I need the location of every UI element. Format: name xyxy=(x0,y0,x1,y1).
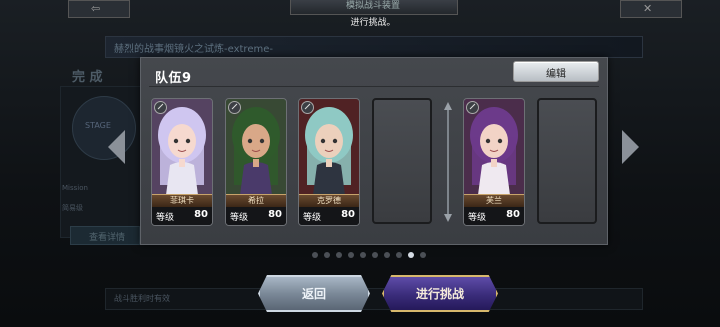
character-name: 希拉 xyxy=(248,196,264,205)
close-button[interactable]: ✕ xyxy=(620,0,682,18)
level-row: 等级 80 xyxy=(464,207,524,225)
screen-subtitle: 进行挑战。 xyxy=(350,18,396,28)
character-name-plate: 菲琪卡 xyxy=(152,194,212,207)
next-team-arrow[interactable] xyxy=(622,130,639,164)
sword-icon xyxy=(466,101,479,114)
back-button-label: 返回 xyxy=(301,287,326,301)
level-row: 等级 80 xyxy=(299,207,359,225)
sword-icon xyxy=(154,101,167,114)
back-button[interactable]: 返回 xyxy=(258,275,370,312)
prev-team-arrow[interactable] xyxy=(108,130,125,164)
stage-emblem: STAGE xyxy=(72,96,136,160)
level-label: 等级 xyxy=(468,213,487,223)
detail-button-label: 查看详情 xyxy=(89,233,126,243)
page-dot[interactable] xyxy=(360,252,366,258)
detail-button[interactable]: 查看详情 xyxy=(70,226,140,245)
level-value: 80 xyxy=(506,209,520,220)
mission-value: 简易级 xyxy=(62,204,83,212)
stage-label: STAGE xyxy=(85,121,111,130)
close-icon: ✕ xyxy=(643,2,653,15)
level-label: 等级 xyxy=(230,213,249,223)
screen-title: 模拟战斗装置 xyxy=(345,1,400,11)
level-label: 等级 xyxy=(156,213,175,223)
left-arrow-icon: ⇦ xyxy=(91,2,101,15)
mission-label: Mission xyxy=(62,184,88,192)
page-dot[interactable] xyxy=(324,252,330,258)
page-dot[interactable] xyxy=(336,252,342,258)
bottom-info-text: 战斗胜利时有效 xyxy=(114,294,170,303)
stage-banner-label: 赫烈的战事烟镜火之试炼-extreme- xyxy=(114,44,273,55)
character-name: 菲琪卡 xyxy=(170,196,194,205)
sword-icon xyxy=(301,101,314,114)
edit-button[interactable]: 编辑 xyxy=(513,61,599,82)
level-label: 等级 xyxy=(303,213,322,223)
swap-arrows-icon[interactable] xyxy=(444,102,452,222)
team-modal: 队伍9 编辑 菲琪卡 等级 80 希拉 等级 80 克罗德 等级 80 芙兰 等级 80 xyxy=(140,57,608,245)
empty-slot[interactable] xyxy=(537,98,597,224)
level-row: 等级 80 xyxy=(226,207,286,225)
character-name-plate: 芙兰 xyxy=(464,194,524,207)
empty-slot[interactable] xyxy=(372,98,432,224)
character-name: 芙兰 xyxy=(486,196,502,205)
level-row: 等级 80 xyxy=(152,207,212,225)
character-name-plate: 希拉 xyxy=(226,194,286,207)
character-card[interactable]: 菲琪卡等级 80 xyxy=(151,98,213,226)
edit-button-label: 编辑 xyxy=(546,69,566,80)
character-card[interactable]: 芙兰等级 80 xyxy=(463,98,525,226)
character-name: 克罗德 xyxy=(317,196,341,205)
back-arrow-button[interactable]: ⇦ xyxy=(68,0,130,18)
level-value: 80 xyxy=(194,209,208,220)
team-title: 队伍9 xyxy=(155,71,192,86)
page-dot[interactable] xyxy=(312,252,318,258)
page-dot[interactable] xyxy=(372,252,378,258)
page-dot[interactable] xyxy=(408,252,414,258)
sword-icon xyxy=(228,101,241,114)
bottom-info-bar: 战斗胜利时有效 xyxy=(105,288,643,310)
stage-banner: 赫烈的战事烟镜火之试炼-extreme- xyxy=(105,36,643,58)
character-card[interactable]: 克罗德等级 80 xyxy=(298,98,360,226)
divider xyxy=(149,86,599,87)
character-name-plate: 克罗德 xyxy=(299,194,359,207)
page-dot[interactable] xyxy=(396,252,402,258)
level-value: 80 xyxy=(341,209,355,220)
level-value: 80 xyxy=(268,209,282,220)
character-card[interactable]: 希拉等级 80 xyxy=(225,98,287,226)
page-dot[interactable] xyxy=(348,252,354,258)
start-challenge-button[interactable]: 进行挑战 xyxy=(382,275,498,312)
start-challenge-button-label: 进行挑战 xyxy=(415,287,464,301)
complete-label: 完 成 xyxy=(72,70,103,85)
page-dot[interactable] xyxy=(384,252,390,258)
page-dot[interactable] xyxy=(420,252,426,258)
